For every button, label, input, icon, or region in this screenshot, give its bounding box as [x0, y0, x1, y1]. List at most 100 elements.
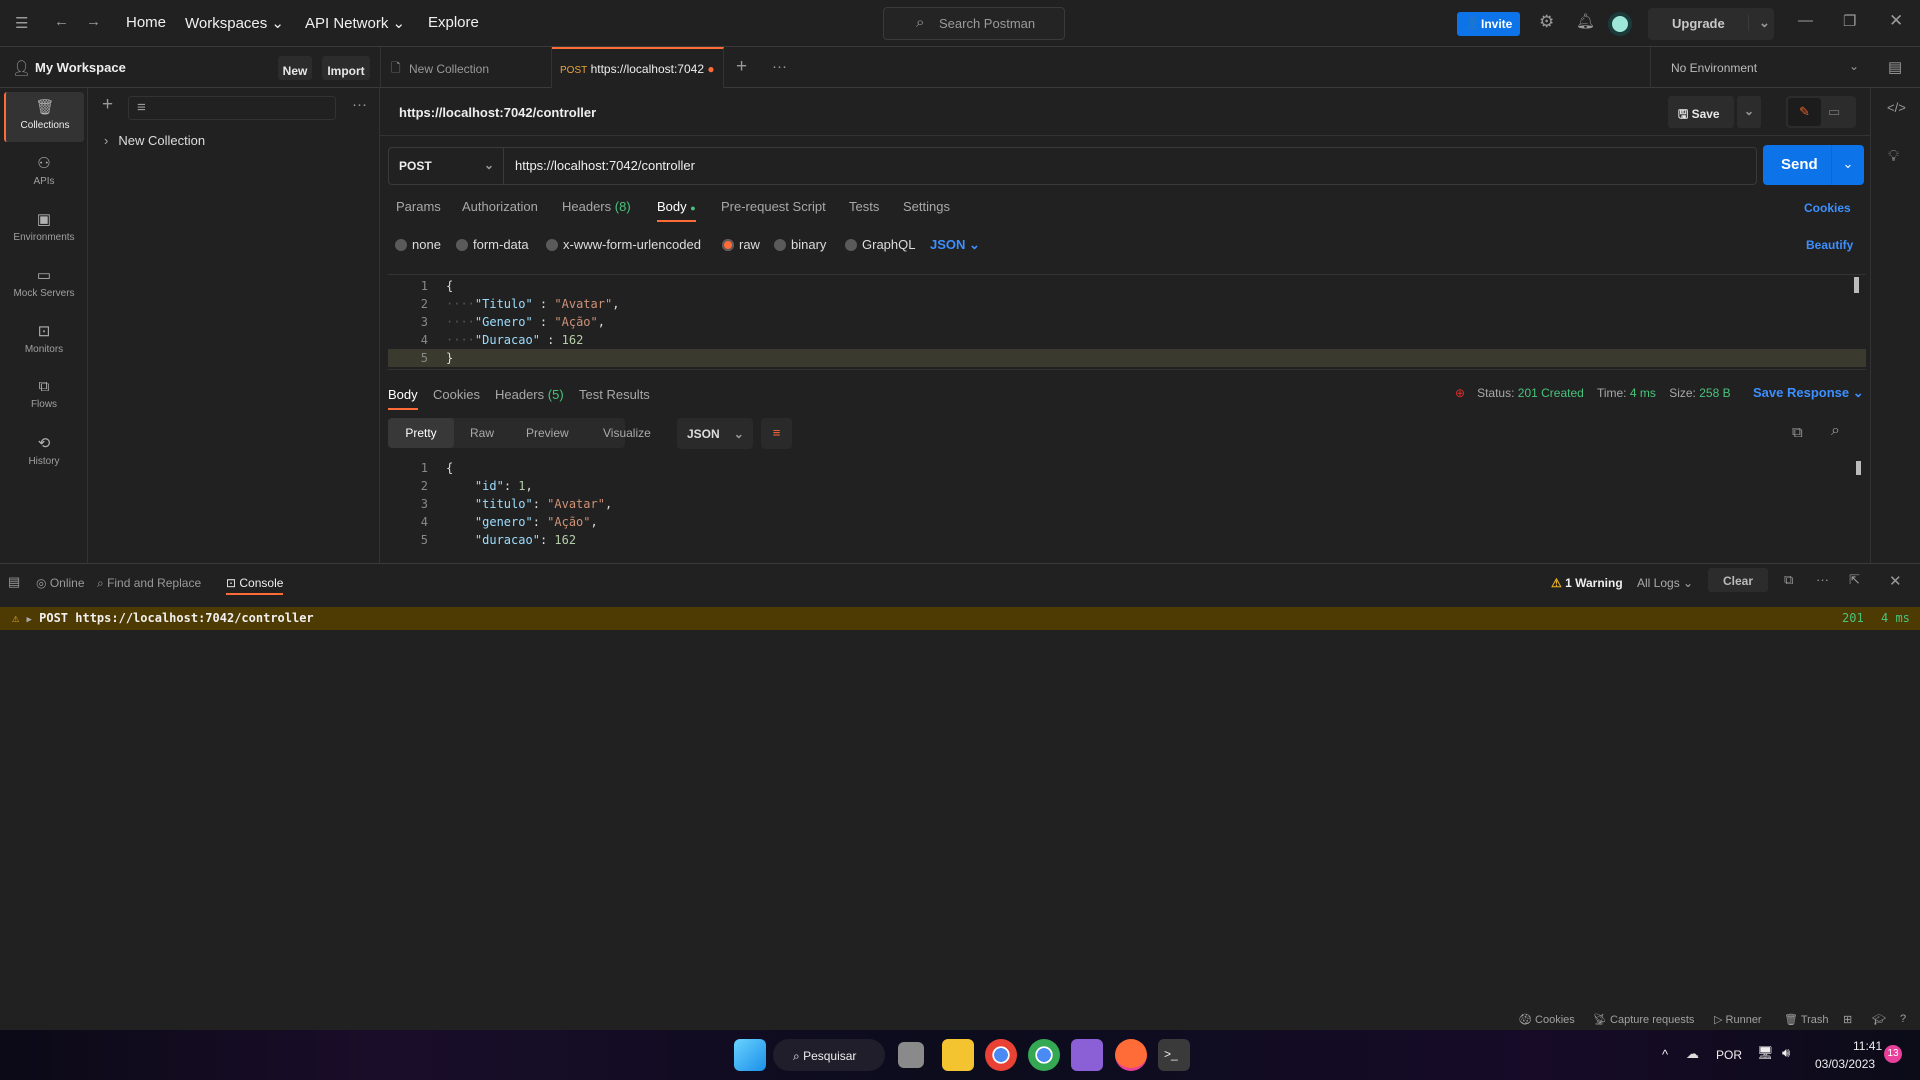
request-title[interactable]: https://localhost:7042/controller	[399, 105, 596, 120]
sidebar-item-environments[interactable]: ▣ Environments	[4, 204, 84, 254]
terminal-icon[interactable]: >_	[1158, 1039, 1190, 1071]
send-button[interactable]: Send	[1781, 156, 1818, 173]
view-preview[interactable]: Preview	[526, 426, 569, 440]
response-tab-test-results[interactable]: Test Results	[579, 387, 650, 402]
collection-item[interactable]: › New Collection	[104, 133, 205, 148]
notification-badge[interactable]: 13	[1884, 1045, 1902, 1063]
globe-warning-icon[interactable]: ⊕	[1455, 386, 1465, 400]
radio-form-data[interactable]: form-data	[456, 237, 529, 252]
tab-tests[interactable]: Tests	[849, 199, 879, 214]
windows-start-icon[interactable]	[734, 1039, 766, 1071]
save-response-button[interactable]: Save Response ⌄	[1753, 385, 1864, 401]
visual-studio-icon[interactable]	[1071, 1039, 1103, 1071]
radio-urlencoded[interactable]: x-www-form-urlencoded	[546, 237, 701, 252]
tab-settings[interactable]: Settings	[903, 199, 950, 214]
nav-api-network[interactable]: API Network ⌄	[305, 14, 405, 32]
toggle-sidebar-icon[interactable]: ▤	[8, 574, 20, 590]
language-indicator[interactable]: POR	[1716, 1048, 1742, 1062]
sidebar-item-monitors[interactable]: ⊡ Monitors	[4, 316, 84, 366]
chrome-profile-icon[interactable]	[1028, 1039, 1060, 1071]
response-tab-body[interactable]: Body	[388, 387, 418, 410]
response-body-viewer[interactable]: 1{ 2 "id": 1, 3 "titulo": "Avatar", 4 "g…	[388, 459, 1861, 559]
radio-raw[interactable]: raw	[722, 237, 760, 252]
more-icon[interactable]: ···	[772, 58, 787, 75]
avatar[interactable]	[1608, 12, 1632, 36]
body-format-select[interactable]: JSON ⌄	[930, 237, 980, 253]
learning-icon[interactable]: 🎓︎	[1872, 1013, 1886, 1026]
invite-button[interactable]: 👤 Invite	[1457, 12, 1520, 36]
view-raw[interactable]: Raw	[470, 426, 494, 440]
tab-pre-request-script[interactable]: Pre-request Script	[721, 199, 826, 214]
network-icon[interactable]: 🖥︎	[1757, 1045, 1774, 1061]
view-visualize[interactable]: Visualize	[603, 426, 651, 440]
code-icon[interactable]: </>	[1887, 100, 1906, 115]
add-tab-icon[interactable]: +	[736, 56, 747, 78]
more-icon[interactable]: ···	[1816, 572, 1829, 587]
environment-quick-look-icon[interactable]: ▤	[1888, 58, 1902, 76]
postman-icon[interactable]	[1115, 1039, 1147, 1071]
cookies-button[interactable]: 🍪︎ Cookies	[1518, 1013, 1575, 1026]
expand-icon[interactable]: ▶	[26, 615, 31, 625]
save-button[interactable]: 🖫 Save	[1668, 96, 1734, 128]
radio-none[interactable]: none	[395, 237, 441, 252]
nav-explore[interactable]: Explore	[428, 14, 479, 31]
tray-chevron-icon[interactable]: ^	[1662, 1047, 1668, 1062]
tab-authorization[interactable]: Authorization	[462, 199, 538, 214]
method-select[interactable]: POST ⌄	[389, 148, 504, 184]
gear-icon[interactable]: ⚙	[1539, 12, 1554, 32]
comment-icon[interactable]: ▭	[1828, 104, 1840, 120]
copy-icon[interactable]: ⧉	[1792, 424, 1803, 441]
send-options-chevron-icon[interactable]: ⌄	[1831, 145, 1864, 185]
url-input[interactable]: https://localhost:7042/controller	[515, 158, 695, 173]
wrap-lines-icon[interactable]: ≡	[761, 418, 792, 449]
view-pretty[interactable]: Pretty	[388, 418, 454, 448]
layout-icon[interactable]: ⊞	[1843, 1013, 1852, 1026]
menu-icon[interactable]: ☰	[15, 14, 28, 32]
close-icon[interactable]: ✕	[1889, 572, 1902, 590]
response-tab-cookies[interactable]: Cookies	[433, 387, 480, 402]
log-level-select[interactable]: All Logs ⌄	[1637, 576, 1693, 590]
response-format-select[interactable]: JSON ⌄	[677, 418, 753, 449]
find-replace-button[interactable]: ⌕ Find and Replace	[97, 576, 201, 591]
file-explorer-icon[interactable]	[942, 1039, 974, 1071]
import-button[interactable]: Import	[322, 56, 370, 80]
trash-button[interactable]: 🗑︎ Trash	[1784, 1013, 1829, 1026]
task-view-icon[interactable]	[898, 1042, 924, 1068]
chrome-icon[interactable]	[985, 1039, 1017, 1071]
sidebar-item-apis[interactable]: ⚇ APIs	[4, 148, 84, 198]
minimize-icon[interactable]: —	[1798, 12, 1813, 29]
sidebar-item-history[interactable]: ⟲ History	[4, 428, 84, 478]
nav-home[interactable]: Home	[126, 14, 166, 31]
lightbulb-icon[interactable]: 💡︎	[1888, 148, 1899, 166]
tab-post-request[interactable]: POST https://localhost:7042 ●	[552, 47, 724, 88]
sidebar-item-collections[interactable]: 🗑︎ Collections	[4, 92, 84, 142]
tab-new-collection[interactable]: 🗋 New Collection	[380, 47, 552, 88]
request-body-editor[interactable]: 1{ 2 ····"Titulo" : "Avatar", 3 ····"Gener…	[388, 274, 1866, 370]
cookies-link[interactable]: Cookies	[1804, 201, 1851, 215]
clock-time[interactable]: 11:41	[1853, 1039, 1882, 1053]
onedrive-icon[interactable]: ☁	[1686, 1046, 1699, 1062]
workspace-name[interactable]: My Workspace	[35, 60, 126, 75]
online-status[interactable]: ◎ Online	[36, 576, 85, 590]
scrollbar[interactable]	[1856, 461, 1861, 475]
back-icon[interactable]: ←	[54, 13, 69, 30]
copy-icon[interactable]: ⧉	[1784, 572, 1793, 588]
radio-binary[interactable]: binary	[774, 237, 826, 252]
help-icon[interactable]: ?	[1900, 1013, 1906, 1025]
capture-requests-button[interactable]: 📡︎ Capture requests	[1593, 1013, 1694, 1026]
tab-body[interactable]: Body ●	[657, 199, 696, 222]
volume-icon[interactable]: 🔊︎	[1782, 1045, 1790, 1061]
add-collection-icon[interactable]: +	[102, 94, 113, 116]
tab-headers[interactable]: Headers (8)	[562, 199, 631, 214]
warning-count[interactable]: ⚠ 1 Warning	[1551, 576, 1623, 590]
response-tab-headers[interactable]: Headers (5)	[495, 387, 564, 402]
sidebar-item-mock-servers[interactable]: ▭ Mock Servers	[4, 260, 84, 310]
nav-workspaces[interactable]: Workspaces ⌄	[185, 14, 284, 32]
save-options-chevron-icon[interactable]: ⌄	[1737, 96, 1761, 128]
search-icon[interactable]: ⌕	[1831, 422, 1840, 440]
clock-date[interactable]: 03/03/2023	[1815, 1057, 1875, 1071]
forward-icon[interactable]: →	[86, 13, 101, 30]
search-input[interactable]: ⌕ Search Postman	[883, 7, 1065, 40]
more-icon[interactable]: ···	[352, 96, 367, 113]
sidebar-item-flows[interactable]: ⧉ Flows	[4, 372, 84, 422]
